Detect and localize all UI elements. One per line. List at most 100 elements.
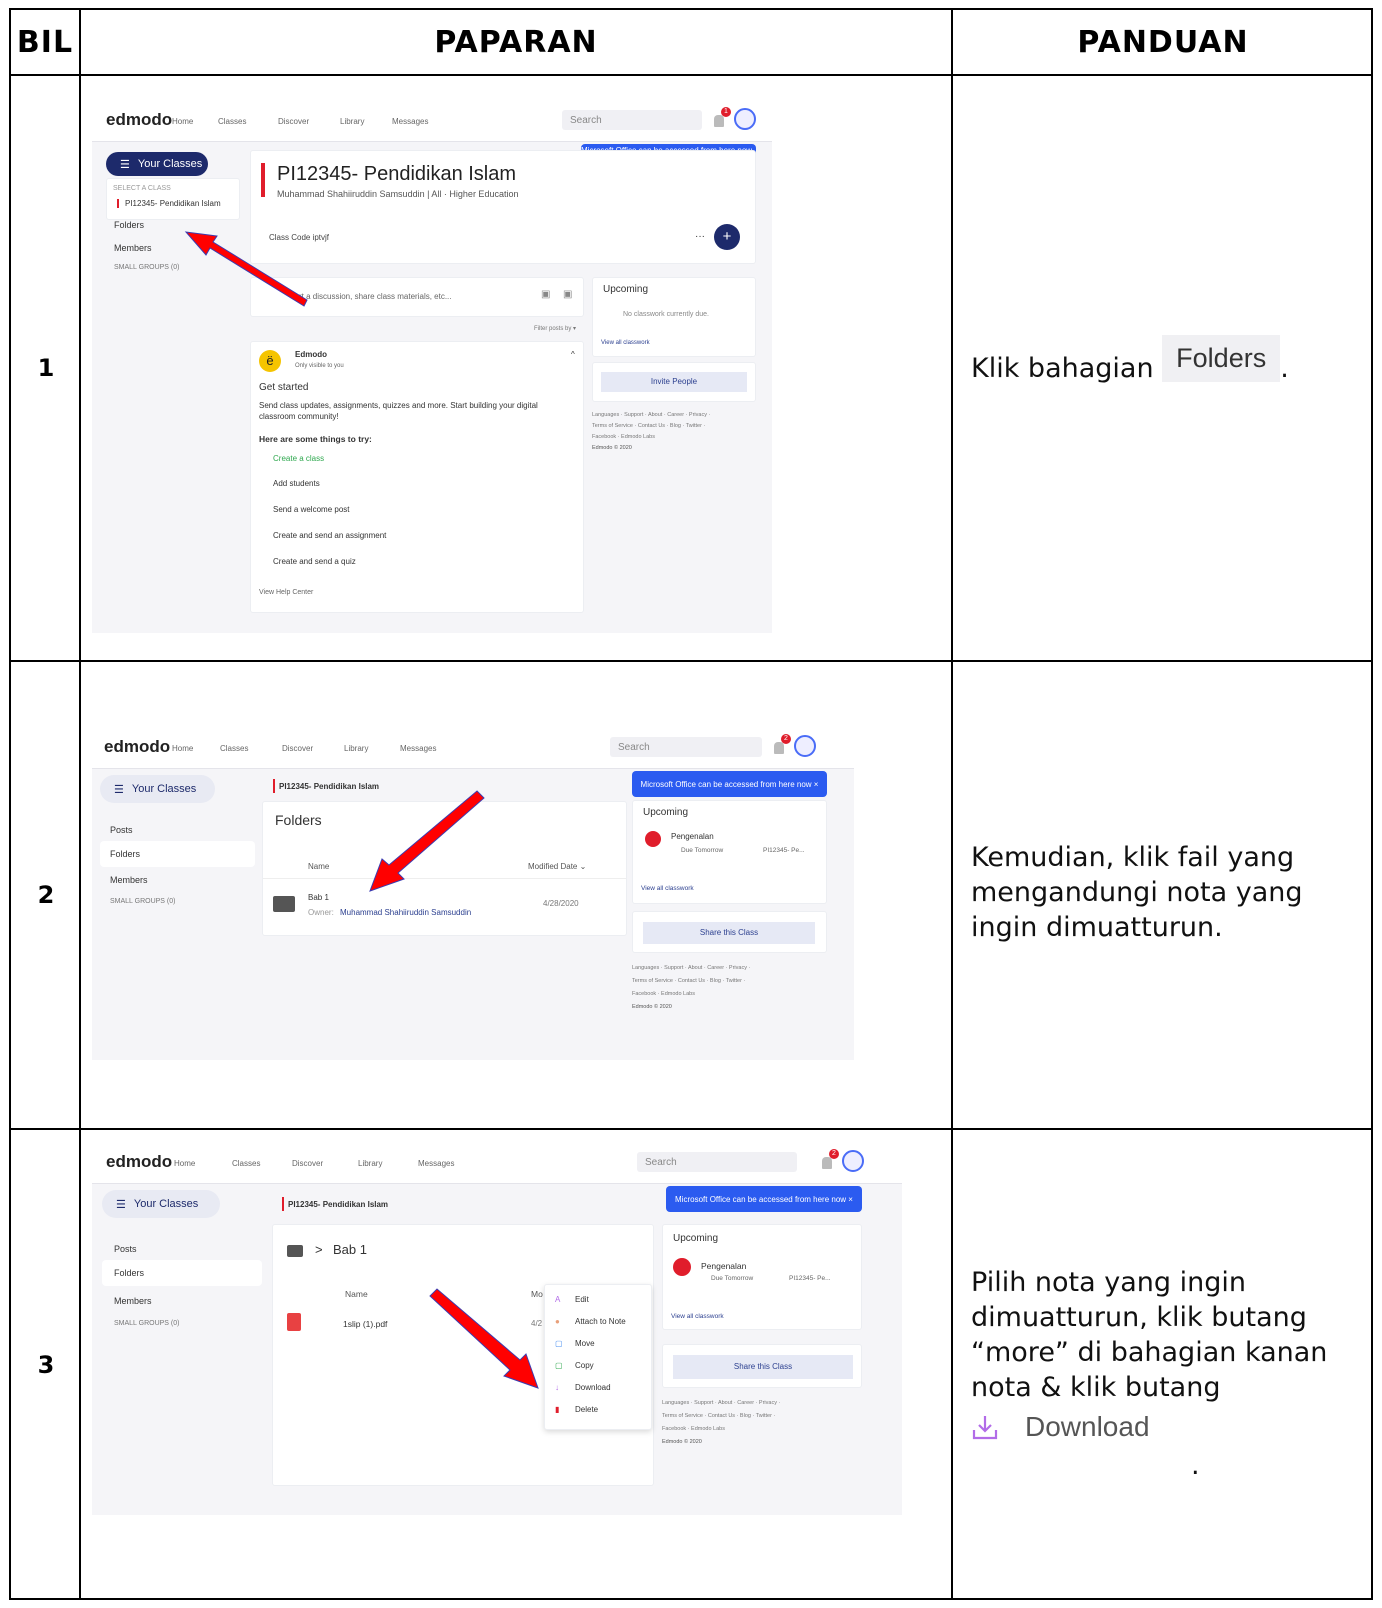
- your-classes-button[interactable]: ☰ Your Classes: [102, 1190, 220, 1218]
- trash-icon: ▮: [555, 1405, 560, 1414]
- sidebar-item-members[interactable]: Members: [114, 243, 152, 253]
- footer-link[interactable]: Terms of Service · Contact Us · Blog · T…: [592, 423, 705, 429]
- task-assignment[interactable]: Create and send an assignment: [273, 531, 386, 540]
- upcoming-card: Upcoming Pengenalan Due Tomorrow PI12345…: [632, 800, 827, 904]
- upcoming-item[interactable]: Pengenalan: [701, 1261, 746, 1271]
- col-modified[interactable]: Modified Date ⌄: [528, 862, 586, 871]
- file-name[interactable]: 1slip (1).pdf: [343, 1319, 387, 1329]
- your-classes-button[interactable]: ☰ Your Classes: [100, 775, 215, 803]
- bell-icon[interactable]: [822, 1157, 832, 1169]
- sidebar-item-folders[interactable]: Folders: [100, 841, 255, 867]
- sidebar-item-posts[interactable]: Posts: [114, 1244, 137, 1254]
- image-icon[interactable]: ▣: [541, 289, 550, 300]
- upcoming-card: Upcoming Pengenalan Due Tomorrow PI12345…: [662, 1224, 862, 1330]
- nav-messages[interactable]: Messages: [392, 117, 428, 126]
- footer-link[interactable]: Languages · Support · About · Career · P…: [592, 412, 710, 418]
- nav-home[interactable]: Home: [172, 744, 193, 753]
- owner-label: Owner:: [308, 908, 334, 917]
- select-class-label: SELECT A CLASS: [113, 185, 171, 192]
- menu-icon: ☰: [114, 783, 124, 796]
- avatar[interactable]: [794, 735, 816, 757]
- nav-home[interactable]: Home: [172, 117, 193, 126]
- view-all-classwork[interactable]: View all classwork: [671, 1313, 724, 1320]
- sidebar-item-members[interactable]: Members: [114, 1296, 152, 1306]
- search-input[interactable]: Search: [562, 110, 702, 130]
- nav-classes[interactable]: Classes: [218, 117, 246, 126]
- download-chip-label: Download: [1025, 1411, 1150, 1442]
- footer-link[interactable]: Languages · Support · About · Career · P…: [632, 965, 750, 971]
- edmodo-logo: edmodo: [106, 1152, 173, 1171]
- due-class: PI12345- Pe...: [763, 847, 805, 854]
- view-all-classwork[interactable]: View all classwork: [641, 885, 694, 892]
- owner-name[interactable]: Muhammad Shahiiruddin Samsuddin: [340, 908, 471, 917]
- your-classes-button[interactable]: ☰ Your Classes: [106, 152, 208, 176]
- search-input[interactable]: Search: [610, 737, 762, 757]
- nav-discover[interactable]: Discover: [282, 744, 313, 753]
- footer-link[interactable]: Terms of Service · Contact Us · Blog · T…: [662, 1413, 775, 1419]
- breadcrumb[interactable]: PI12345- Pendidikan Islam: [288, 1200, 388, 1209]
- upcoming-item[interactable]: Pengenalan: [671, 832, 714, 841]
- sidebar-item-posts[interactable]: Posts: [110, 825, 133, 835]
- bell-icon[interactable]: [774, 742, 784, 754]
- bell-icon[interactable]: [714, 115, 724, 127]
- guide-table: BIL PAPARAN PANDUAN 1 2 3 Klik bahagian …: [9, 8, 1373, 1600]
- nav-discover[interactable]: Discover: [278, 117, 309, 126]
- file-icon[interactable]: ▣: [563, 289, 572, 300]
- menu-delete[interactable]: Delete: [575, 1405, 598, 1414]
- task-add-students[interactable]: Add students: [273, 479, 320, 488]
- nav-library[interactable]: Library: [358, 1159, 382, 1168]
- footer-link[interactable]: Facebook · Edmodo Labs: [662, 1426, 725, 1432]
- nav-classes[interactable]: Classes: [232, 1159, 260, 1168]
- add-button[interactable]: +: [714, 224, 740, 250]
- copyright: Edmodo © 2020: [592, 445, 632, 451]
- class-color-bar: [261, 163, 265, 197]
- menu-move[interactable]: Move: [575, 1339, 595, 1348]
- nav-messages[interactable]: Messages: [400, 744, 436, 753]
- footer-link[interactable]: Facebook · Edmodo Labs: [592, 434, 655, 440]
- col-name[interactable]: Name: [308, 862, 329, 871]
- menu-copy[interactable]: Copy: [575, 1361, 594, 1370]
- nav-messages[interactable]: Messages: [418, 1159, 454, 1168]
- upcoming-title: Upcoming: [673, 1233, 719, 1244]
- nav-library[interactable]: Library: [344, 744, 368, 753]
- sidebar-item-folders[interactable]: Folders: [114, 220, 144, 230]
- folder-icon: [287, 1245, 303, 1257]
- office-toast[interactable]: Microsoft Office can be accessed from he…: [666, 1186, 862, 1212]
- menu-edit[interactable]: Edit: [575, 1295, 589, 1304]
- task-welcome-post[interactable]: Send a welcome post: [273, 505, 350, 514]
- share-button[interactable]: Share this Class: [673, 1355, 853, 1379]
- chevron-up-icon[interactable]: ^: [571, 350, 575, 359]
- share-button[interactable]: Share this Class: [643, 922, 815, 944]
- top-nav: edmodo Home Classes Discover Library Mes…: [92, 725, 854, 769]
- menu-attach[interactable]: Attach to Note: [575, 1317, 626, 1326]
- class-subtitle: Muhammad Shahiiruddin Samsuddin | All · …: [277, 189, 519, 199]
- path-folder[interactable]: Bab 1: [333, 1242, 367, 1257]
- search-input[interactable]: Search: [637, 1152, 797, 1172]
- avatar[interactable]: [842, 1150, 864, 1172]
- small-groups-label: SMALL GROUPS (0): [114, 264, 180, 271]
- invite-button[interactable]: Invite People: [601, 372, 747, 392]
- avatar[interactable]: [734, 108, 756, 130]
- filter-posts[interactable]: Filter posts by ▾: [534, 325, 576, 332]
- task-create-class[interactable]: Create a class: [273, 454, 324, 463]
- more-icon[interactable]: ···: [695, 231, 705, 242]
- menu-download[interactable]: Download: [575, 1383, 611, 1392]
- sidebar-item-members[interactable]: Members: [110, 875, 148, 885]
- nav-classes[interactable]: Classes: [220, 744, 248, 753]
- col-name[interactable]: Name: [345, 1289, 368, 1299]
- office-toast[interactable]: Microsoft Office can be accessed from he…: [632, 771, 827, 797]
- class-item[interactable]: PI12345- Pendidikan Islam: [125, 199, 221, 208]
- footer-link[interactable]: Languages · Support · About · Career · P…: [662, 1400, 780, 1406]
- nav-discover[interactable]: Discover: [292, 1159, 323, 1168]
- download-icon: ↓: [555, 1383, 559, 1392]
- nav-home[interactable]: Home: [174, 1159, 195, 1168]
- task-quiz[interactable]: Create and send a quiz: [273, 557, 356, 566]
- footer-link[interactable]: Facebook · Edmodo Labs: [632, 991, 695, 997]
- sidebar-item-folders[interactable]: Folders: [102, 1260, 262, 1286]
- footer-link[interactable]: Terms of Service · Contact Us · Blog · T…: [632, 978, 745, 984]
- sidebar-item-label: Folders: [114, 1268, 145, 1278]
- folder-name[interactable]: Bab 1: [308, 893, 329, 902]
- nav-library[interactable]: Library: [340, 117, 364, 126]
- help-link[interactable]: View Help Center: [259, 589, 313, 596]
- view-all-classwork[interactable]: View all classwork: [601, 340, 650, 346]
